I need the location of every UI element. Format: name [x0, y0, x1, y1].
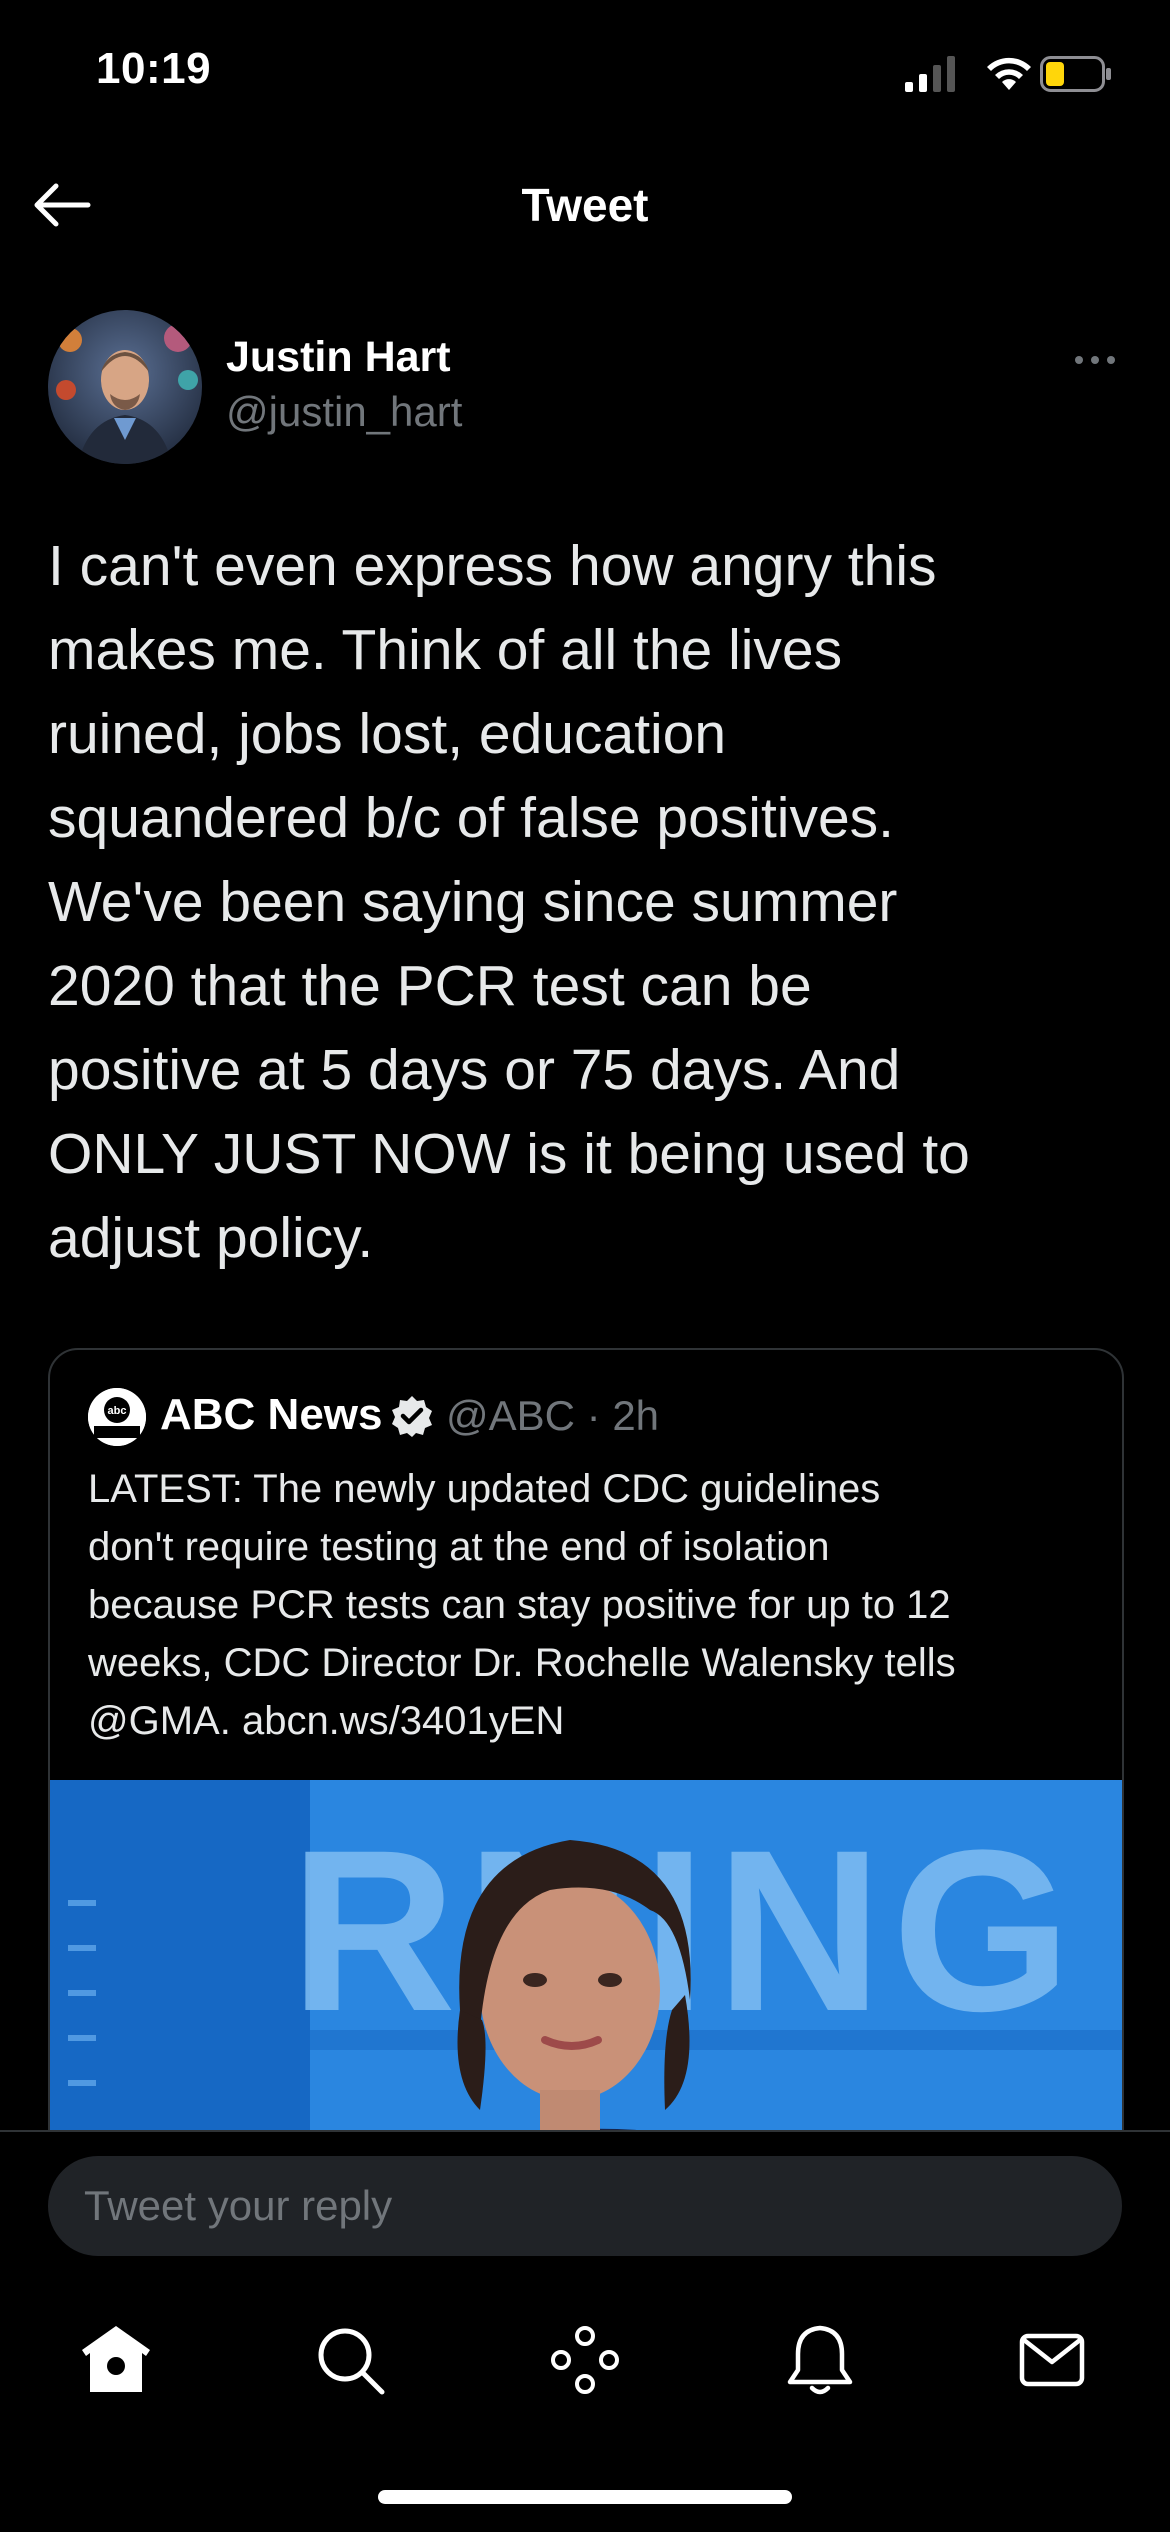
more-options-icon[interactable]	[1070, 340, 1120, 380]
logo-text: abc	[108, 1405, 127, 1417]
battery-icon	[1040, 56, 1111, 92]
tweet-text: I can't even express how angry this make…	[48, 534, 970, 1270]
wifi-icon	[987, 57, 1031, 90]
cellular-signal-icon	[905, 56, 955, 92]
author-name[interactable]: Justin Hart	[226, 333, 451, 382]
home-indicator	[378, 2490, 792, 2504]
home-icon[interactable]	[76, 2320, 156, 2400]
quoted-tweet-card[interactable]: abc ABC News @ABC · 2h LATEST: The newly…	[48, 1348, 1124, 2252]
quoted-tweet-text: LATEST: The newly updated CDC guidelines…	[88, 1467, 956, 1743]
spaces-icon[interactable]	[545, 2320, 625, 2400]
abc-news-logo: abc	[88, 1388, 146, 1446]
quoted-handle-time: @ABC · 2h	[446, 1392, 660, 1439]
page-title: Tweet	[521, 179, 649, 231]
quoted-author-name[interactable]: ABC News	[160, 1390, 383, 1440]
author-handle[interactable]: @justin_hart	[226, 388, 462, 436]
reply-input[interactable]	[48, 2156, 1122, 2256]
avatar[interactable]	[48, 310, 202, 464]
messages-icon[interactable]	[1012, 2320, 1092, 2400]
search-icon[interactable]	[310, 2320, 390, 2400]
verified-badge-icon	[392, 1396, 432, 1437]
notifications-icon[interactable]	[780, 2320, 860, 2400]
status-time: 10:19	[96, 44, 212, 93]
